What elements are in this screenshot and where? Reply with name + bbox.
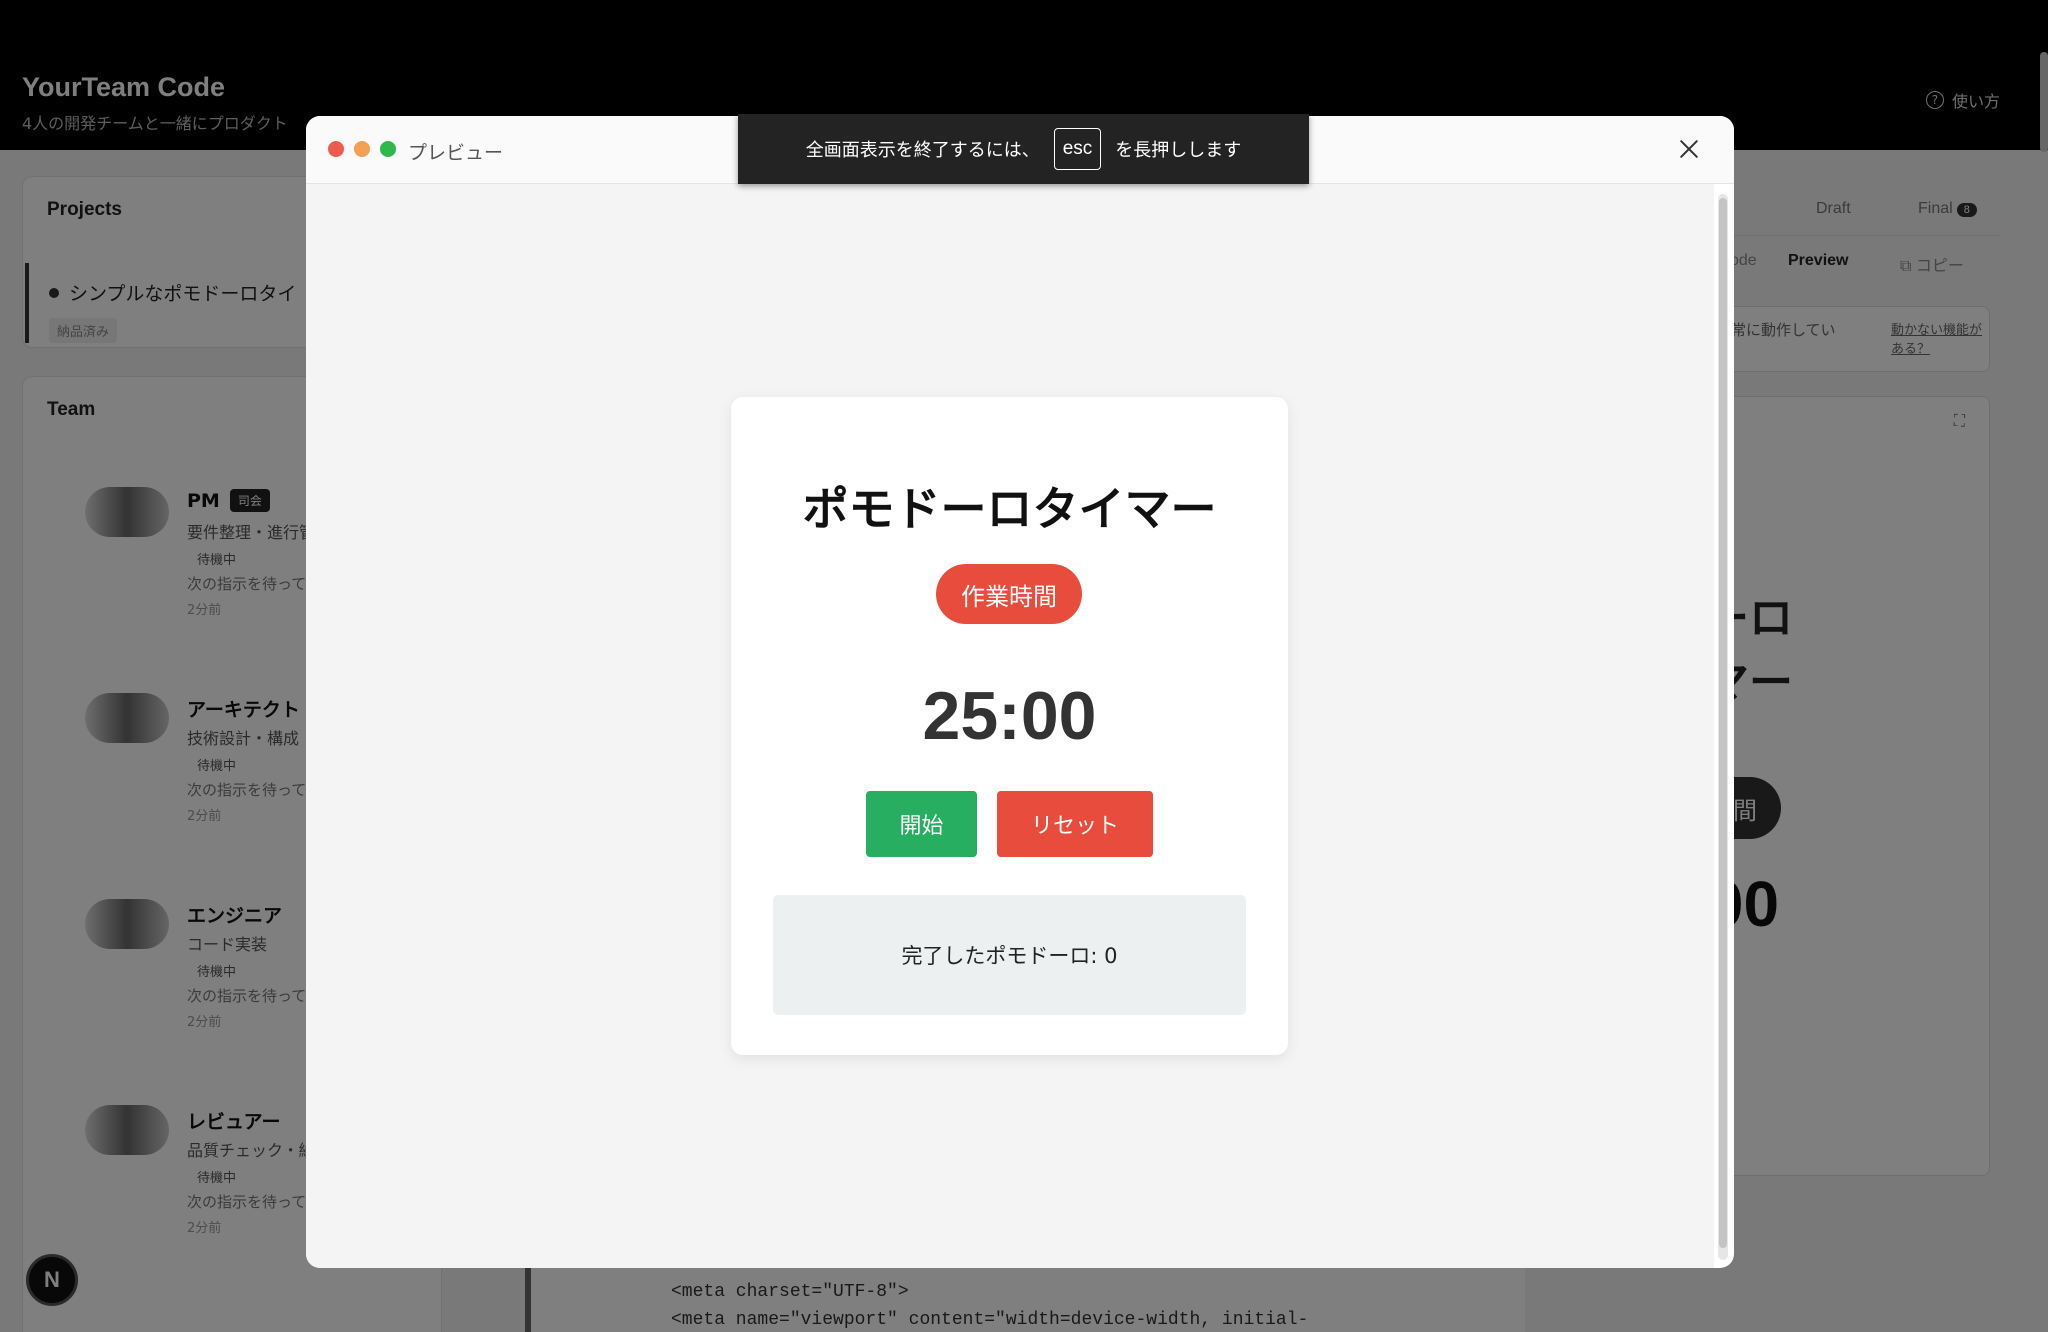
close-dot-icon: [328, 141, 344, 157]
start-button[interactable]: 開始: [866, 791, 977, 857]
preview-modal: プレビュー ポモドーロタイマー 作業時間 25:00 開始 リセット 完了したポ…: [306, 116, 1734, 1268]
minimize-dot-icon: [354, 141, 370, 157]
maximize-dot-icon: [380, 141, 396, 157]
fullscreen-toast: 全画面表示を終了するには、 esc を長押しします: [738, 114, 1309, 184]
pomodoro-card: ポモドーロタイマー 作業時間 25:00 開始 リセット 完了したポモドーロ: …: [731, 397, 1288, 1055]
esc-key: esc: [1053, 128, 1102, 170]
modal-title: プレビュー: [408, 142, 504, 164]
toast-text-before: 全画面表示を終了するには、: [805, 140, 1040, 161]
toast-text-after: を長押しします: [1115, 140, 1242, 161]
pomodoro-title: ポモドーロタイマー: [802, 482, 1217, 536]
preview-frame: ポモドーロタイマー 作業時間 25:00 開始 リセット 完了したポモドーロ: …: [306, 184, 1714, 1268]
modal-scrollbar-thumb[interactable]: [1719, 198, 1727, 1248]
completed-count: 完了したポモドーロ: 0: [773, 895, 1246, 1015]
modal-scrollbar[interactable]: [1718, 194, 1728, 1260]
timer-display: 25:00: [922, 678, 1097, 754]
close-button[interactable]: [1674, 134, 1704, 164]
mode-badge: 作業時間: [936, 564, 1082, 624]
reset-button[interactable]: リセット: [997, 791, 1153, 857]
